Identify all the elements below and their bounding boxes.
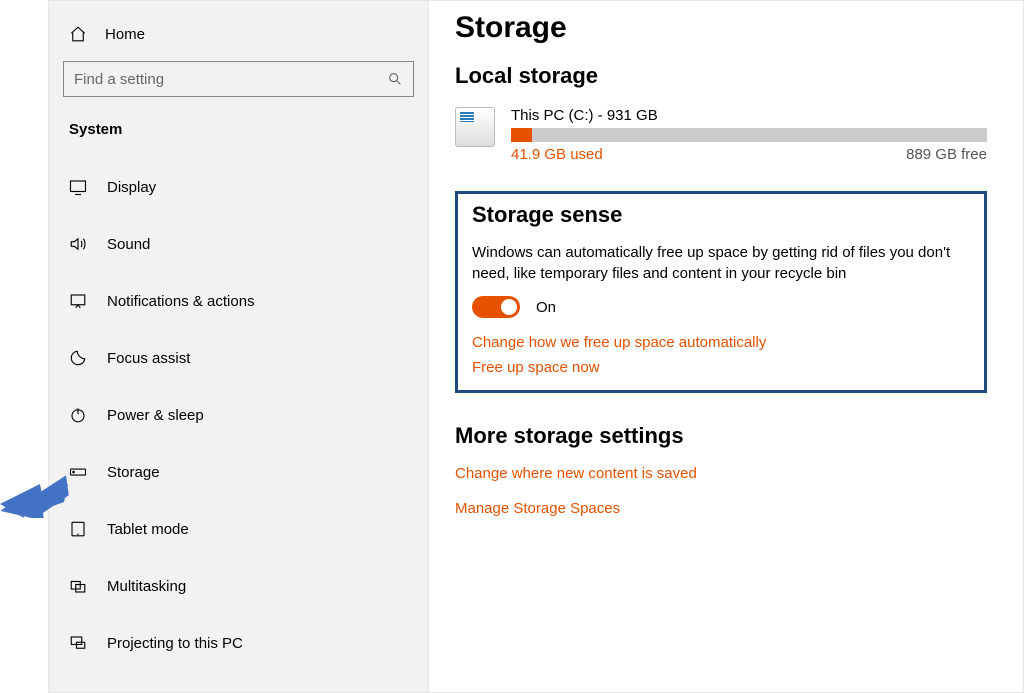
sidebar-item-label: Focus assist: [107, 350, 190, 367]
search-icon: [387, 71, 403, 87]
sidebar-item-label: Tablet mode: [107, 521, 189, 538]
sidebar-item-label: Projecting to this PC: [107, 635, 243, 652]
sidebar-item-label: Notifications & actions: [107, 293, 255, 310]
sidebar-item-label: Power & sleep: [107, 407, 204, 424]
search-input[interactable]: [63, 61, 414, 97]
home-button[interactable]: Home: [61, 19, 416, 57]
storage-sense-box: Storage sense Windows can automatically …: [455, 191, 987, 393]
usage-bar-fill: [511, 128, 532, 142]
drive-icon: [455, 107, 495, 147]
link-change-save-location[interactable]: Change where new content is saved: [455, 465, 987, 482]
sidebar-item-storage[interactable]: Storage: [61, 449, 416, 495]
projecting-icon: [69, 634, 87, 652]
sidebar-item-label: Display: [107, 179, 156, 196]
usage-labels: 41.9 GB used 889 GB free: [511, 146, 987, 163]
link-change-free-up[interactable]: Change how we free up space automaticall…: [472, 334, 970, 351]
display-icon: [69, 178, 87, 196]
power-icon: [69, 406, 87, 424]
local-storage-heading: Local storage: [455, 63, 987, 89]
search-field[interactable]: [74, 71, 387, 88]
sidebar-item-sound[interactable]: Sound: [61, 221, 416, 267]
home-label: Home: [105, 26, 145, 43]
sidebar-item-multitasking[interactable]: Multitasking: [61, 563, 416, 609]
storage-sense-description: Windows can automatically free up space …: [472, 242, 970, 284]
used-label: 41.9 GB used: [511, 146, 603, 163]
sidebar-item-label: Sound: [107, 236, 150, 253]
home-icon: [69, 25, 87, 43]
tablet-icon: [69, 520, 87, 538]
storage-sense-heading: Storage sense: [472, 202, 970, 228]
link-manage-storage-spaces[interactable]: Manage Storage Spaces: [455, 500, 987, 517]
sidebar-item-notifications[interactable]: Notifications & actions: [61, 278, 416, 324]
sidebar-item-label: Multitasking: [107, 578, 186, 595]
sidebar-item-tablet-mode[interactable]: Tablet mode: [61, 506, 416, 552]
link-free-up-now[interactable]: Free up space now: [472, 359, 970, 376]
notifications-icon: [69, 292, 87, 310]
free-label: 889 GB free: [906, 146, 987, 163]
sidebar-item-projecting[interactable]: Projecting to this PC: [61, 620, 416, 666]
sidebar-item-power-sleep[interactable]: Power & sleep: [61, 392, 416, 438]
settings-window: Home System Display Sound: [48, 0, 1024, 693]
sidebar-item-display[interactable]: Display: [61, 164, 416, 210]
toggle-label: On: [536, 299, 556, 316]
sidebar-item-focus-assist[interactable]: Focus assist: [61, 335, 416, 381]
section-title: System: [61, 115, 416, 164]
more-storage-heading: More storage settings: [455, 423, 987, 449]
storage-sense-toggle-row: On: [472, 296, 970, 318]
drive-row[interactable]: This PC (C:) - 931 GB 41.9 GB used 889 G…: [455, 107, 987, 163]
storage-sense-toggle[interactable]: [472, 296, 520, 318]
page-title: Storage: [455, 11, 987, 45]
sound-icon: [69, 235, 87, 253]
drive-info: This PC (C:) - 931 GB 41.9 GB used 889 G…: [511, 107, 987, 163]
sidebar: Home System Display Sound: [49, 1, 429, 692]
multitasking-icon: [69, 577, 87, 595]
usage-bar: [511, 128, 987, 142]
main-content: Storage Local storage This PC (C:) - 931…: [429, 1, 1023, 692]
focus-assist-icon: [69, 349, 87, 367]
storage-icon: [69, 463, 87, 481]
sidebar-item-label: Storage: [107, 464, 160, 481]
drive-name: This PC (C:) - 931 GB: [511, 107, 987, 124]
